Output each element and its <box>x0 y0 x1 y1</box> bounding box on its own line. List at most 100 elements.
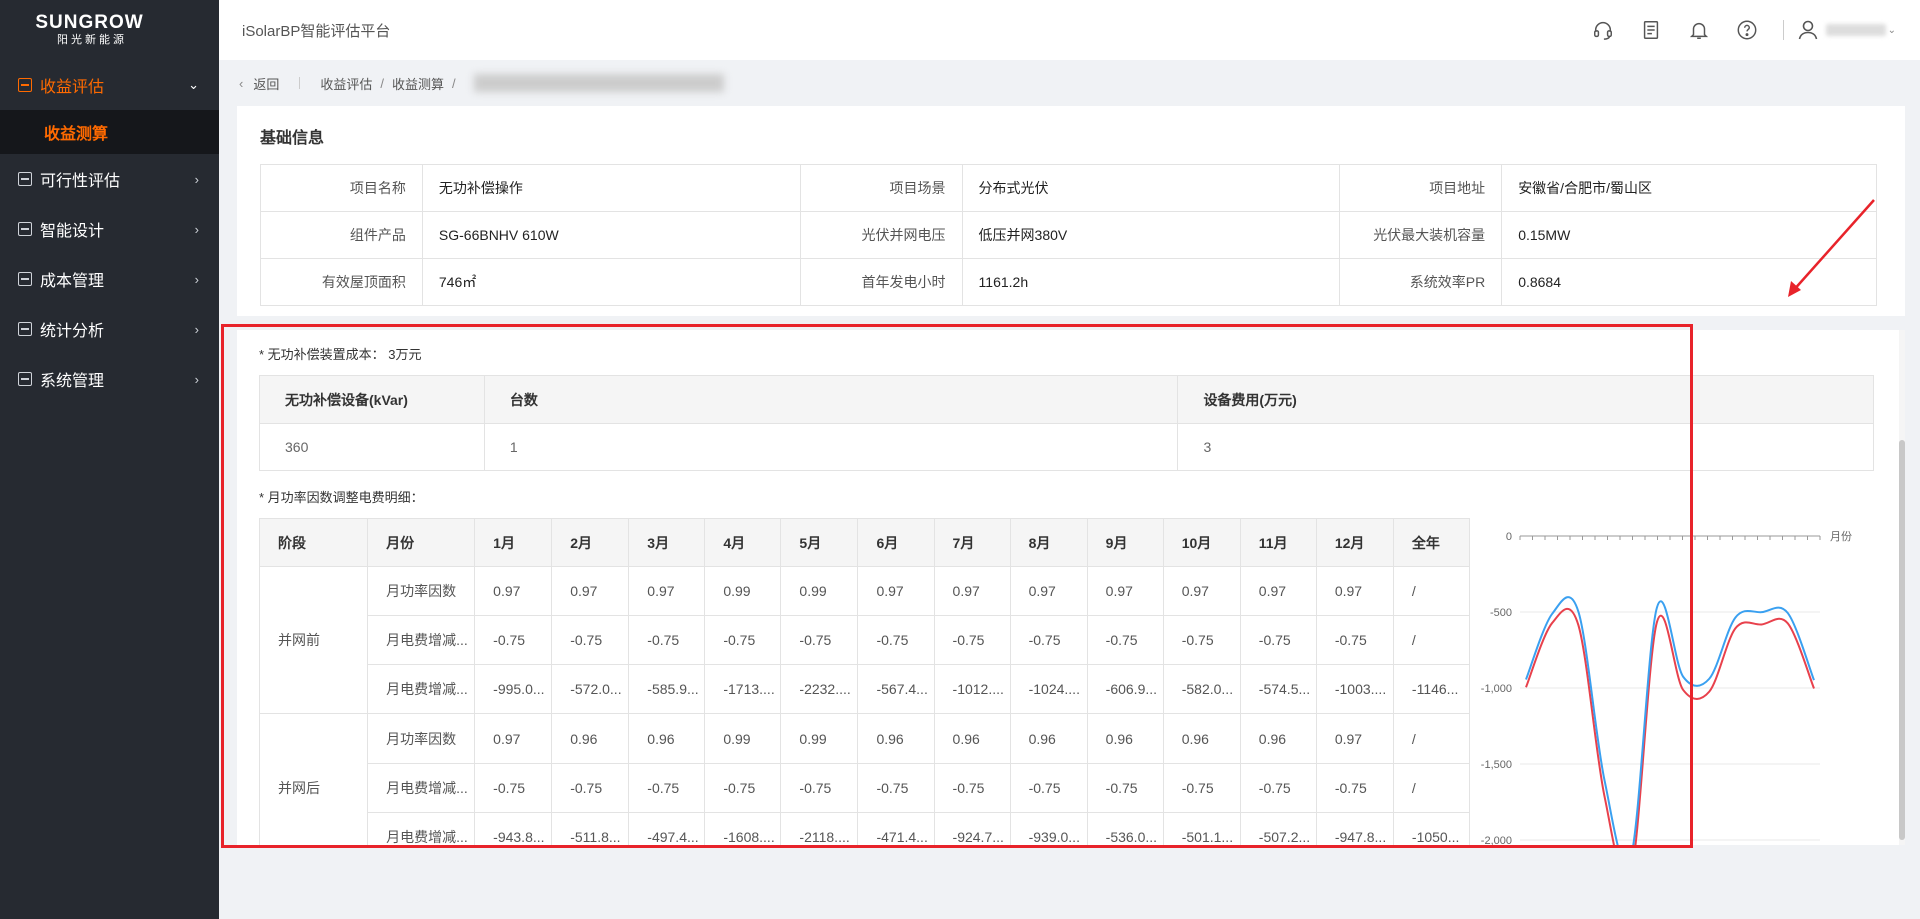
chevron-right-icon: › <box>194 171 199 187</box>
table-cell: 0.99 <box>780 565 859 617</box>
table-cell: -943.8... <box>474 811 553 845</box>
table-cell: -2118.... <box>780 811 859 845</box>
chevron-down-icon: ⌄ <box>188 77 199 92</box>
table-header-row: 无功补偿设备(kVar) 台数 设备费用(万元) <box>259 375 1874 424</box>
chevron-left-icon: ‹ <box>239 75 244 91</box>
info-value: 分布式光伏 <box>961 164 1341 212</box>
row-label-cell: 月功率因数 <box>367 713 476 764</box>
info-label: 项目场景 <box>799 164 963 212</box>
breadcrumb-separator: / <box>452 75 456 91</box>
basic-info-title: 基础信息 <box>260 130 325 147</box>
feasibility-icon <box>18 172 32 186</box>
fee-line-chart-svg: 月份 0 -500 -1,000 -1,500 -2,000 <box>1481 530 1852 845</box>
breadcrumb-project-redacted <box>473 74 724 92</box>
info-value: 746㎡ <box>421 258 801 306</box>
table-cell: -501.1... <box>1162 811 1241 845</box>
table-row: 组件产品 SG-66BNHV 610W 光伏并网电压 低压并网380V 光伏最大… <box>260 211 1877 259</box>
compensation-cost-line: * 无功补偿装置成本： 3万元 <box>259 344 1883 363</box>
chevron-right-icon: › <box>194 371 199 387</box>
info-label: 项目名称 <box>260 164 423 212</box>
column-header: 2月 <box>551 518 630 567</box>
table-cell: -574.5... <box>1239 664 1317 715</box>
breadcrumb-level1[interactable]: 收益评估 <box>320 74 372 93</box>
sidebar-item-system-management[interactable]: 系统管理 › <box>0 354 219 404</box>
info-label: 光伏最大装机容量 <box>1339 211 1503 259</box>
sidebar: SUNGROW 阳光新能源 收益评估 ⌄ 收益测算 可行性评估 › 智能设计 ›… <box>0 0 219 919</box>
system-icon <box>18 372 32 386</box>
row-label-cell: 月电费增减... <box>367 664 476 715</box>
table-cell: 0.96 <box>551 713 630 764</box>
back-button[interactable]: ‹ 返回 <box>239 74 279 93</box>
info-label: 组件产品 <box>260 211 423 259</box>
document-icon[interactable] <box>1627 0 1675 60</box>
table-cell: -0.75 <box>1086 615 1164 666</box>
table-cell: -2232.... <box>780 664 859 715</box>
basic-info-card: 基础信息 项目名称 无功补偿操作 项目场景 分布式光伏 项目地址 安徽省/合肥市… <box>237 106 1905 316</box>
table-cell: 0.97 <box>857 565 935 617</box>
table-cell: 0.97 <box>628 565 706 617</box>
column-header: 无功补偿设备(kVar) <box>259 375 485 424</box>
column-header: 设备费用(万元) <box>1177 375 1874 424</box>
statistics-icon <box>18 322 32 336</box>
table-row: 月电费增减... -0.75 -0.75 -0.75 -0.75 -0.75 -0.75 -0… <box>260 762 1471 813</box>
column-header: 8月 <box>1009 518 1088 567</box>
table-cell: / <box>1392 713 1471 764</box>
table-cell: -0.75 <box>1239 762 1317 813</box>
bell-icon[interactable] <box>1675 0 1723 60</box>
table-cell: 0.97 <box>1315 713 1394 764</box>
table-cell: / <box>1392 762 1471 813</box>
x-axis-label: 月份 <box>1830 530 1852 543</box>
table-cell: 360 <box>259 423 485 471</box>
sidebar-item-revenue-evaluation[interactable]: 收益评估 ⌄ <box>0 60 219 110</box>
table-cell: -995.0... <box>474 664 553 715</box>
user-menu[interactable]: ⌄ <box>1796 18 1896 42</box>
table-row: 月电费增减... -943.8... -511.8... -497.4... -1608… <box>260 811 1471 845</box>
help-icon[interactable] <box>1723 0 1771 60</box>
table-cell: -0.75 <box>1009 615 1088 666</box>
breadcrumb-level2[interactable]: 收益测算 <box>392 74 444 93</box>
info-label: 有效屋顶面积 <box>260 258 423 306</box>
sidebar-item-feasibility[interactable]: 可行性评估 › <box>0 154 219 204</box>
y-tick-label: -1,500 <box>1481 759 1512 771</box>
table-cell: 0.96 <box>857 713 935 764</box>
table-cell: 0.97 <box>1162 565 1241 617</box>
basic-info-table: 项目名称 无功补偿操作 项目场景 分布式光伏 项目地址 安徽省/合肥市/蜀山区 … <box>260 164 1877 306</box>
column-header: 4月 <box>704 518 782 567</box>
breadcrumb: ‹ 返回 收益评估 / 收益测算 / <box>219 60 1920 106</box>
table-row: 并网前 月功率因数 0.97 0.97 0.97 0.99 0.99 0.97 0.97 0.97… <box>258 565 1471 715</box>
sidebar-item-cost-management[interactable]: 成本管理 › <box>0 254 219 304</box>
row-label-cell: 月功率因数 <box>367 565 476 617</box>
sidebar-item-smart-design[interactable]: 智能设计 › <box>0 204 219 254</box>
info-label: 光伏并网电压 <box>799 211 963 259</box>
table-cell: 0.96 <box>1162 713 1241 764</box>
sidebar-item-label: 系统管理 <box>40 373 105 390</box>
table-cell: -567.4... <box>857 664 935 715</box>
brand-name: SUNGROW <box>35 12 144 33</box>
compensation-device-table: 无功补偿设备(kVar) 台数 设备费用(万元) 360 1 3 <box>259 375 1874 471</box>
table-row: 月电费增减... -0.75 -0.75 -0.75 -0.75 -0.75 -0.75 -0… <box>260 615 1471 666</box>
sidebar-item-label: 智能设计 <box>40 223 105 240</box>
table-cell: 1 <box>483 423 1179 471</box>
table-cell: -0.75 <box>628 762 706 813</box>
row-label-cell: 月电费增减... <box>367 762 476 813</box>
info-value: 低压并网380V <box>961 211 1341 259</box>
series-line-0 <box>1525 607 1815 845</box>
table-cell: -0.75 <box>551 615 630 666</box>
table-cell: 0.96 <box>1086 713 1164 764</box>
sidebar-item-statistics[interactable]: 统计分析 › <box>0 304 219 354</box>
user-icon <box>1798 20 1817 40</box>
sungrow-logo: SUNGROW 阳光新能源 <box>0 0 219 60</box>
table-cell: -0.75 <box>704 762 782 813</box>
table-cell: 0.97 <box>933 565 1011 617</box>
table-cell: -0.75 <box>1315 762 1394 813</box>
table-cell: -0.75 <box>704 615 782 666</box>
info-value: 0.8684 <box>1501 258 1877 306</box>
sidebar-subitem-revenue-calc[interactable]: 收益测算 <box>0 110 219 154</box>
table-row: 360 1 3 <box>259 423 1874 471</box>
table-cell: 0.99 <box>780 713 859 764</box>
scrollbar-thumb[interactable] <box>1899 440 1905 840</box>
table-cell: 0.99 <box>704 565 782 617</box>
headset-icon[interactable] <box>1579 0 1627 60</box>
table-cell: 0.96 <box>1009 713 1088 764</box>
table-cell: -0.75 <box>628 615 706 666</box>
